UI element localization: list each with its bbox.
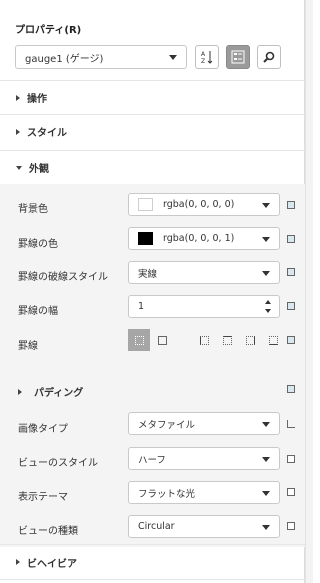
chevron-down-icon xyxy=(262,457,270,462)
section-style[interactable]: スタイル xyxy=(0,114,305,148)
chevron-down-icon xyxy=(262,491,270,496)
border-dash-style-value: 実線 xyxy=(138,268,158,280)
sort-alphabetical-button[interactable]: A Z xyxy=(195,45,219,69)
collapse-arrow-icon xyxy=(16,165,22,170)
border-top-button[interactable] xyxy=(216,329,238,351)
border-dash-style-label: 罫線の破線スタイル xyxy=(18,272,108,283)
border-label: 罫線 xyxy=(18,341,38,352)
spin-down-icon[interactable] xyxy=(265,309,271,313)
sort-az-icon: A Z xyxy=(201,51,213,65)
chevron-down-icon xyxy=(262,422,270,427)
border-width-label: 罫線の幅 xyxy=(18,306,58,317)
border-color-select[interactable]: rgba(0, 0, 0, 1) xyxy=(128,227,280,250)
border-top-icon xyxy=(222,335,232,345)
view-type-value: Circular xyxy=(138,521,175,532)
subsection-padding-label: パディング xyxy=(34,388,84,399)
search-icon xyxy=(263,51,275,63)
expand-arrow-icon xyxy=(16,559,20,565)
border-dash-style-select[interactable]: 実線 xyxy=(128,261,280,284)
image-type-value: メタファイル xyxy=(138,419,196,431)
border-none-button[interactable] xyxy=(128,329,150,351)
section-style-label: スタイル xyxy=(27,128,67,139)
expand-arrow-icon xyxy=(18,388,22,395)
svg-text:Z: Z xyxy=(201,58,205,65)
vertical-scrollbar[interactable] xyxy=(305,0,313,583)
chevron-down-icon xyxy=(169,55,177,60)
border-all-button[interactable] xyxy=(151,329,173,351)
object-selector[interactable]: gauge1 (ゲージ) xyxy=(15,45,187,69)
properties-panel: プロパティ(R) gauge1 (ゲージ) A Z 操作 スタイル 外観 背景色… xyxy=(0,0,305,583)
property-indicator-mark[interactable] xyxy=(287,420,295,428)
view-type-select[interactable]: Circular xyxy=(128,515,280,538)
image-type-select[interactable]: メタファイル xyxy=(128,412,280,435)
border-bottom-icon xyxy=(268,335,278,345)
border-bottom-button[interactable] xyxy=(262,329,284,351)
background-color-label: 背景色 xyxy=(18,204,48,215)
section-operation-label: 操作 xyxy=(27,94,47,105)
chevron-down-icon xyxy=(262,271,270,276)
view-style-select[interactable]: ハーフ xyxy=(128,447,280,470)
image-type-label: 画像タイプ xyxy=(18,424,68,435)
expand-arrow-icon xyxy=(16,128,20,135)
border-none-icon xyxy=(134,335,144,345)
border-color-value: rgba(0, 0, 0, 1) xyxy=(163,233,235,244)
border-all-icon xyxy=(157,335,167,345)
display-theme-select[interactable]: フラットな光 xyxy=(128,481,280,504)
categorized-view-icon xyxy=(231,50,245,64)
background-color-value: rgba(0, 0, 0, 0) xyxy=(163,199,235,210)
border-width-stepper[interactable]: 1 xyxy=(128,295,280,318)
section-behavior-label: ビヘイビア xyxy=(27,558,77,570)
view-type-label: ビューの種類 xyxy=(18,526,78,537)
display-theme-value: フラットな光 xyxy=(138,488,196,500)
section-operation[interactable]: 操作 xyxy=(0,80,305,114)
property-indicator-box[interactable] xyxy=(287,455,295,463)
expand-arrow-icon xyxy=(16,94,20,101)
subsection-padding[interactable]: パディング xyxy=(18,384,83,399)
property-indicator-box[interactable] xyxy=(287,336,295,344)
object-selector-value: gauge1 (ゲージ) xyxy=(25,53,104,65)
property-indicator-box[interactable] xyxy=(287,268,295,276)
border-right-button[interactable] xyxy=(239,329,261,351)
border-left-button[interactable] xyxy=(193,329,215,351)
property-indicator-box[interactable] xyxy=(287,522,295,530)
property-indicator-box[interactable] xyxy=(287,488,295,496)
panel-title: プロパティ(R) xyxy=(15,25,82,36)
property-indicator-box[interactable] xyxy=(287,235,295,243)
search-button[interactable] xyxy=(257,45,281,69)
border-color-label: 罫線の色 xyxy=(18,239,58,250)
property-indicator-box[interactable] xyxy=(287,385,295,393)
section-appearance[interactable]: 外観 xyxy=(0,150,305,184)
property-indicator-box[interactable] xyxy=(287,302,295,310)
view-style-label: ビューのスタイル xyxy=(18,458,98,469)
section-appearance-label: 外観 xyxy=(29,164,49,175)
border-left-icon xyxy=(199,335,209,345)
chevron-down-icon xyxy=(262,203,270,208)
svg-text:A: A xyxy=(201,51,206,58)
categorized-view-button[interactable] xyxy=(226,45,250,69)
chevron-down-icon xyxy=(262,237,270,242)
background-color-select[interactable]: rgba(0, 0, 0, 0) xyxy=(128,193,280,216)
view-style-value: ハーフ xyxy=(138,454,166,466)
border-right-icon xyxy=(245,335,255,345)
color-swatch xyxy=(138,232,153,245)
color-swatch xyxy=(138,198,153,211)
property-indicator-box[interactable] xyxy=(287,201,295,209)
display-theme-label: 表示テーマ xyxy=(18,492,68,503)
section-behavior[interactable]: ビヘイビア xyxy=(0,544,305,580)
spin-up-icon[interactable] xyxy=(265,300,271,304)
chevron-down-icon xyxy=(262,525,270,530)
border-width-value: 1 xyxy=(138,301,145,312)
